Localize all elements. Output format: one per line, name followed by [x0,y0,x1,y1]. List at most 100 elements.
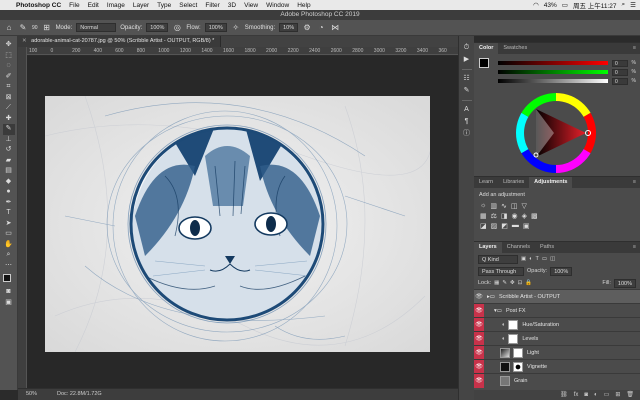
tab-channels[interactable]: Channels [502,242,535,253]
layer-row[interactable]: 👁 Vignette [474,359,640,374]
brightness-value[interactable]: 0 [612,77,628,85]
character-panel-icon[interactable]: A [461,104,472,116]
color-slider-row[interactable]: 0 % [498,77,636,85]
layer-mask-thumbnail[interactable] [508,319,519,330]
frame-tool-icon[interactable]: ⊠ [3,93,15,104]
search-icon[interactable]: ⌕ [622,1,626,9]
panel-menu-icon[interactable]: ≡ [633,177,640,188]
tab-libraries[interactable]: Libraries [498,177,529,188]
lock-pixels-icon[interactable]: ▦ [494,280,499,286]
filter-type-icon[interactable]: T [536,256,539,262]
layer-thumbnail[interactable] [500,361,510,372]
move-tool-icon[interactable]: ✥ [3,40,15,51]
new-adjustment-icon[interactable]: ◐ [594,390,598,400]
layer-mask-thumbnail[interactable] [513,361,523,372]
layer-name[interactable]: Scribble Artist - OUTPUT [499,294,560,300]
foreground-color-swatch[interactable] [2,274,11,282]
red-slider[interactable] [498,61,608,65]
lock-artboard-icon[interactable]: ⊡ [518,280,523,286]
layer-name[interactable]: Hue/Saturation [522,322,559,328]
list-icon[interactable]: ☰ [630,1,636,9]
layer-name[interactable]: Grain [514,378,527,384]
blend-mode-select[interactable]: Pass Through [478,266,524,276]
filter-pixel-icon[interactable]: ▣ [521,256,526,262]
battery-percent[interactable]: 43% [544,2,557,9]
posterize-icon[interactable]: ▨ [491,222,498,230]
menu-help[interactable]: Help [293,2,314,9]
lasso-tool-icon[interactable]: ◌ [3,61,15,72]
selective-color-icon[interactable]: ▣ [523,222,530,230]
gear-icon[interactable]: ⚙ [302,23,312,33]
vertical-ruler[interactable] [18,47,27,388]
layer-name[interactable]: Vignette [527,364,547,370]
layer-thumbnail[interactable] [500,375,510,386]
mode-select[interactable]: Normal [76,23,117,32]
clock[interactable]: 周五 上午11:27 [573,0,617,10]
info-panel-icon[interactable]: ⓘ [461,128,472,140]
panel-menu-icon[interactable]: ≡ [633,242,640,253]
paragraph-panel-icon[interactable]: ¶ [461,116,472,128]
filter-smart-icon[interactable]: ◫ [550,256,555,262]
invert-icon[interactable]: ◪ [480,222,487,230]
layer-mask-thumbnail[interactable] [513,347,523,358]
color-wheel[interactable] [514,91,598,175]
fill-field[interactable]: 100% [613,278,636,288]
brush-tool-icon[interactable]: ✎ [2,124,15,135]
rectangle-tool-icon[interactable]: ▭ [3,229,15,240]
healing-tool-icon[interactable]: ✚ [3,114,15,125]
filter-shape-icon[interactable]: ▭ [542,256,547,262]
more-tools-icon[interactable]: ⋯ [3,261,15,272]
hue-saturation-icon[interactable]: ▦ [480,212,487,220]
opacity-field[interactable]: 100% [146,23,169,32]
history-brush-icon[interactable]: ↺ [3,145,15,156]
screen-mode-icon[interactable]: ▣ [3,298,15,309]
tab-paths[interactable]: Paths [535,242,559,253]
add-mask-icon[interactable]: ◙ [584,390,588,400]
marquee-tool-icon[interactable]: ⬚ [3,51,15,62]
visibility-eye-icon[interactable]: 👁 [474,373,484,388]
menu-edit[interactable]: Edit [84,2,103,9]
menu-view[interactable]: View [240,2,262,9]
layer-thumbnail[interactable] [500,347,510,358]
gradient-map-icon[interactable]: ▬ [512,222,519,230]
flow-field[interactable]: 100% [204,23,227,32]
crop-tool-icon[interactable]: ⌗ [3,82,15,93]
symmetry-icon[interactable]: ⋈ [330,23,340,33]
doc-size[interactable]: Doc: 22.8M/1.72G [57,389,102,400]
brush-settings-panel-icon[interactable]: ✎ [461,85,472,97]
tab-learn[interactable]: Learn [474,177,498,188]
menu-layer[interactable]: Layer [129,2,153,9]
link-layers-icon[interactable]: ⛓ [560,390,568,400]
channel-mixer-icon[interactable]: ◈ [522,212,527,220]
lock-move-icon[interactable]: ✥ [510,280,515,286]
color-lookup-icon[interactable]: ▩ [531,212,538,220]
brush-tool-icon[interactable]: ✎ [18,23,28,33]
menu-file[interactable]: File [65,2,83,9]
stamp-tool-icon[interactable]: ⊥ [3,135,15,146]
gradient-tool-icon[interactable]: ▤ [3,166,15,177]
fg-color-chip[interactable] [479,58,489,68]
brush-size[interactable]: 90 [32,25,38,31]
layer-row[interactable]: 👁 ◐ Levels [474,331,640,346]
menu-select[interactable]: Select [175,2,201,9]
lock-paint-icon[interactable]: ✎ [502,280,507,286]
brightness-contrast-icon[interactable]: ☼ [480,202,486,210]
visibility-eye-icon[interactable]: 👁 [474,303,484,318]
layer-row[interactable]: 👁 Light [474,345,640,360]
eraser-tool-icon[interactable]: ▰ [3,156,15,167]
red-value[interactable]: 0 [612,59,628,67]
layer-style-icon[interactable]: fx [574,390,579,400]
color-slider-row[interactable]: 0 % [498,59,636,67]
layer-opacity-field[interactable]: 100% [550,266,573,276]
tab-swatches[interactable]: Swatches [498,43,532,54]
quick-mask-icon[interactable]: ◙ [3,287,15,298]
airbrush-icon[interactable]: ✧ [231,23,241,33]
dodge-tool-icon[interactable]: ● [3,187,15,198]
visibility-eye-icon[interactable]: 👁 [474,331,484,346]
brush-settings-icon[interactable]: ⊞ [42,23,52,33]
threshold-icon[interactable]: ◩ [501,222,508,230]
document-canvas[interactable] [45,96,430,352]
color-balance-icon[interactable]: ⚖ [491,212,497,220]
filter-adjustment-icon[interactable]: ◐ [529,256,532,262]
menu-type[interactable]: Type [153,2,175,9]
